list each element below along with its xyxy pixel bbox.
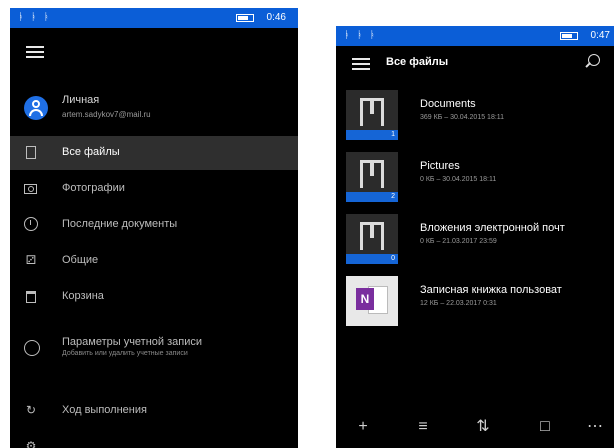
nav-item-label: Ход выполнения bbox=[62, 404, 147, 416]
search-icon[interactable] bbox=[588, 54, 600, 66]
nav-item-label: Корзина bbox=[62, 290, 104, 302]
nav-item-shared[interactable]: ⚂ Общие bbox=[10, 244, 298, 278]
clock-time: 0:46 bbox=[266, 12, 286, 23]
gear-icon: ⚙ bbox=[25, 439, 37, 448]
progress-icon: ↻ bbox=[25, 403, 37, 417]
app-bar: + ≡ ⇅ □ ⋯ bbox=[336, 408, 614, 448]
item-count-badge: 0 bbox=[346, 254, 398, 264]
nav-item-recycle-bin[interactable]: Корзина bbox=[10, 280, 298, 314]
battery-icon bbox=[236, 14, 254, 22]
trash-icon bbox=[26, 291, 36, 303]
nav-item-settings-partial[interactable]: ⚙ bbox=[10, 430, 298, 448]
more-icon[interactable]: ⋯ bbox=[582, 414, 608, 440]
avatar-icon bbox=[24, 96, 48, 120]
account-email: artem.sadykov7@mail.ru bbox=[62, 110, 151, 119]
hamburger-menu-icon[interactable] bbox=[26, 46, 44, 58]
view-icon[interactable]: □ bbox=[532, 414, 558, 440]
account-settings-icon bbox=[24, 340, 40, 356]
nav-item-all-files[interactable]: Все файлы bbox=[10, 136, 298, 170]
nav-item-account-settings[interactable]: Параметры учетной записи Добавить или уд… bbox=[10, 326, 298, 370]
add-icon[interactable]: + bbox=[350, 414, 376, 440]
file-name: Записная книжка пользоват bbox=[420, 284, 562, 296]
file-name: Pictures bbox=[420, 160, 460, 172]
nav-item-sublabel: Добавить или удалить учетные записи bbox=[62, 350, 188, 357]
nav-item-label: Параметры учетной записи bbox=[62, 336, 203, 348]
item-count-badge: 2 bbox=[346, 192, 398, 202]
onenote-logo: N bbox=[356, 288, 374, 310]
file-icon bbox=[26, 146, 36, 159]
file-meta: 0 КБ – 21.03.2017 23:59 bbox=[420, 238, 497, 245]
nav-pane-screen: ᚭ ᚭ ᚭ 0:46 Личная artem.sadykov7@mail.ru… bbox=[10, 8, 298, 448]
top-bar: Все файлы bbox=[336, 46, 614, 80]
clock-icon bbox=[24, 217, 38, 231]
nav-item-label: Последние документы bbox=[62, 218, 178, 230]
all-files-screen: ᚭ ᚭ ᚭ 0:47 Все файлы 1 Documents 369 КБ … bbox=[336, 26, 614, 448]
signal-icon: ᚭ ᚭ ᚭ bbox=[18, 12, 52, 23]
shared-icon: ⚂ bbox=[25, 253, 37, 267]
status-bar: ᚭ ᚭ ᚭ 0:46 bbox=[10, 8, 298, 28]
item-count-badge: 1 bbox=[346, 130, 398, 140]
file-row-pictures[interactable]: 2 Pictures 0 КБ – 30.04.2015 18:11 bbox=[336, 148, 614, 208]
file-row-notebook[interactable]: N Записная книжка пользоват 12 КБ – 22.0… bbox=[336, 272, 614, 332]
page-title: Все файлы bbox=[386, 56, 449, 68]
onenote-icon: N bbox=[346, 276, 398, 326]
photo-icon bbox=[24, 184, 37, 194]
nav-item-label: Общие bbox=[62, 254, 99, 266]
file-meta: 12 КБ – 22.03.2017 0:31 bbox=[420, 300, 497, 307]
nav-item-recent[interactable]: Последние документы bbox=[10, 208, 298, 242]
clock-time: 0:47 bbox=[590, 30, 610, 41]
nav-item-label: Фотографии bbox=[62, 182, 125, 194]
nav-item-progress[interactable]: ↻ Ход выполнения bbox=[10, 394, 298, 428]
status-bar: ᚭ ᚭ ᚭ 0:47 bbox=[336, 26, 614, 46]
file-meta: 0 КБ – 30.04.2015 18:11 bbox=[420, 176, 497, 183]
file-name: Вложения электронной почт bbox=[420, 222, 565, 234]
folder-icon: 2 bbox=[346, 152, 398, 202]
file-row-documents[interactable]: 1 Documents 369 КБ – 30.04.2015 18:11 bbox=[336, 86, 614, 146]
file-row-email-attachments[interactable]: 0 Вложения электронной почт 0 КБ – 21.03… bbox=[336, 210, 614, 270]
folder-icon: 0 bbox=[346, 214, 398, 264]
file-meta: 369 КБ – 30.04.2015 18:11 bbox=[420, 114, 505, 121]
nav-item-label: Все файлы bbox=[62, 146, 120, 158]
nav-item-photos[interactable]: Фотографии bbox=[10, 172, 298, 206]
account-header[interactable]: Личная artem.sadykov7@mail.ru bbox=[10, 88, 298, 136]
account-name: Личная bbox=[62, 94, 100, 106]
file-name: Documents bbox=[420, 98, 476, 110]
select-icon[interactable]: ≡ bbox=[410, 414, 436, 440]
signal-icon: ᚭ ᚭ ᚭ bbox=[344, 30, 378, 41]
folder-icon: 1 bbox=[346, 90, 398, 140]
hamburger-menu-icon[interactable] bbox=[352, 58, 370, 70]
battery-icon bbox=[560, 32, 578, 40]
sort-icon[interactable]: ⇅ bbox=[470, 414, 496, 440]
